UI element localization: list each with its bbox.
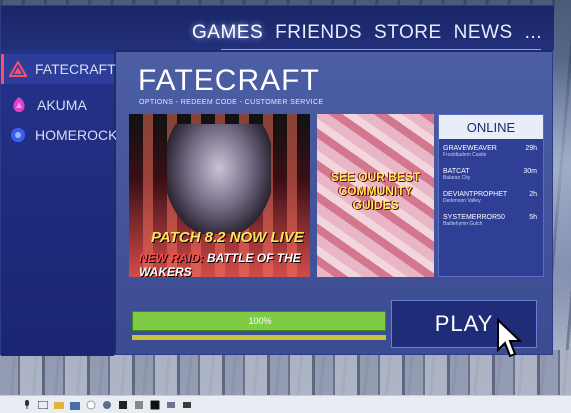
akuma-logo-icon xyxy=(9,95,29,115)
friend-time: 30m xyxy=(523,168,537,175)
sidebar: FATECRAFT AKUMA HOMEROCK xyxy=(1,50,118,356)
friend-location: Battlehymn Gulch xyxy=(443,221,483,227)
friend-location: Frostdiadem Castle xyxy=(443,152,487,158)
edge-icon[interactable] xyxy=(102,400,112,410)
sidebar-item-label: FATECRAFT xyxy=(35,61,116,77)
nav-games[interactable]: GAMES xyxy=(192,22,263,44)
banner-sub-prefix: NEW RAID: xyxy=(139,251,204,265)
nav-store[interactable]: STORE xyxy=(374,22,442,44)
wolf-creature-artwork xyxy=(167,124,271,234)
online-header: ONLINE xyxy=(439,115,543,139)
app-icon[interactable] xyxy=(134,400,144,410)
microphone-icon[interactable] xyxy=(22,399,32,410)
banner-subheadline: NEW RAID: BATTLE OF THE WAKERS xyxy=(139,251,310,277)
top-navigation: GAMES FRIENDS STORE NEWS ... xyxy=(1,6,554,50)
store-icon[interactable] xyxy=(70,400,80,410)
friend-location: Derkmoon Valley xyxy=(443,198,481,204)
banner-headline: PATCH 8.2 NOW LIVE xyxy=(151,229,304,246)
sidebar-item-akuma[interactable]: AKUMA xyxy=(1,90,114,120)
task-view-icon[interactable] xyxy=(38,400,48,410)
fatecraft-logo-icon xyxy=(9,59,27,79)
main-panel: FATECRAFT OPTIONS - REDEEM CODE - CUSTOM… xyxy=(116,52,552,354)
circle-icon[interactable] xyxy=(86,400,96,410)
friend-item[interactable]: GRAVEWEAVER Frostdiadem Castle 29h xyxy=(439,140,543,162)
file-explorer-icon[interactable] xyxy=(54,400,64,410)
friend-item[interactable]: SYSTEMERROR50 Battlehymn Gulch 5h xyxy=(439,209,543,231)
sidebar-item-label: HOMEROCK xyxy=(35,127,118,143)
friend-time: 29h xyxy=(525,145,537,152)
background-ground xyxy=(0,350,571,395)
sidebar-item-fatecraft[interactable]: FATECRAFT xyxy=(1,54,116,84)
nav-links: GAMES FRIENDS STORE NEWS ... xyxy=(192,22,542,44)
nav-underline xyxy=(221,49,541,50)
game-title: FATECRAFT xyxy=(138,64,320,97)
game-launcher-window: GAMES FRIENDS STORE NEWS ... FATECRAFT A… xyxy=(0,5,554,356)
friend-item[interactable]: BATCAT Balaran City 30m xyxy=(439,163,543,185)
sidebar-item-homerock[interactable]: HOMEROCK xyxy=(1,120,118,150)
sidebar-item-label: AKUMA xyxy=(37,97,87,113)
download-progress-bar: 100% xyxy=(132,311,386,331)
taskbar xyxy=(0,395,571,413)
progress-label: 100% xyxy=(248,316,272,326)
secondary-progress-bar xyxy=(132,335,386,340)
photos-icon[interactable] xyxy=(150,399,160,410)
patch-news-banner[interactable]: PATCH 8.2 NOW LIVE NEW RAID: BATTLE OF T… xyxy=(129,114,310,277)
community-guides-text: SEE OUR BEST COMMUNITY GUIDES xyxy=(330,170,421,212)
monitor-icon[interactable] xyxy=(182,400,192,410)
nav-friends[interactable]: FRIENDS xyxy=(275,22,362,44)
friend-name: DEVIANTPROPHET xyxy=(443,191,508,198)
community-guides-banner[interactable]: SEE OUR BEST COMMUNITY GUIDES xyxy=(317,114,434,277)
friend-time: 2h xyxy=(529,191,537,198)
tablet-icon[interactable] xyxy=(166,400,176,410)
friend-name: SYSTEMERROR50 xyxy=(443,214,505,221)
friend-time: 5h xyxy=(529,214,537,221)
settings-icon[interactable] xyxy=(118,400,128,410)
game-subtitle-links[interactable]: OPTIONS - REDEEM CODE - CUSTOMER SERVICE xyxy=(139,99,324,106)
nav-news[interactable]: NEWS xyxy=(454,22,513,44)
nav-more[interactable]: ... xyxy=(525,22,542,44)
mouse-cursor-icon xyxy=(496,317,523,363)
friend-location: Balaran City xyxy=(443,175,471,181)
friend-item[interactable]: DEVIANTPROPHET Derkmoon Valley 2h xyxy=(439,186,543,208)
online-friends-panel: ONLINE GRAVEWEAVER Frostdiadem Castle 29… xyxy=(438,114,544,277)
homerock-logo-icon xyxy=(9,125,27,145)
